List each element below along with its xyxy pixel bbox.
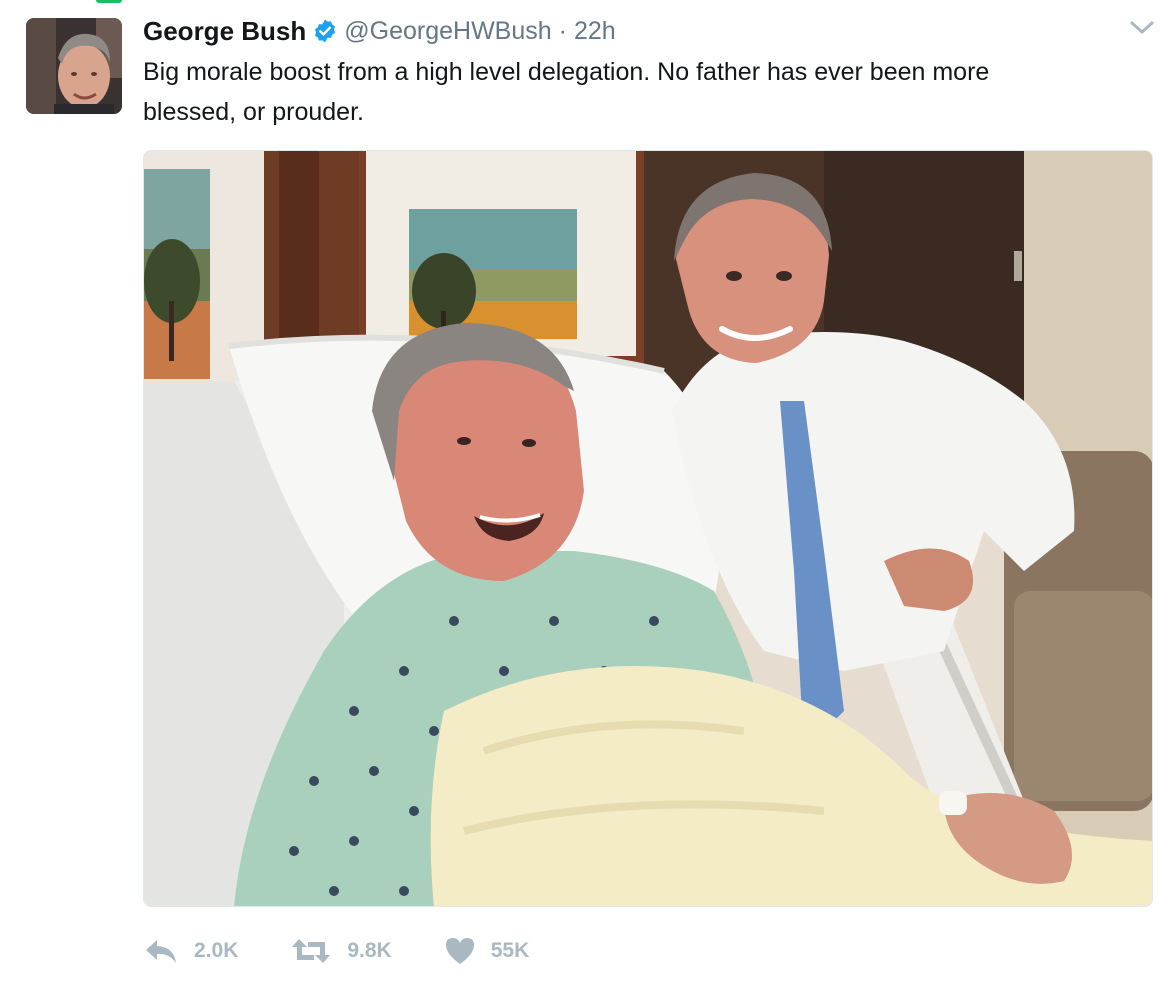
retweet-icon bbox=[290, 936, 332, 966]
like-count: 55K bbox=[490, 939, 530, 962]
tweet-photo[interactable] bbox=[143, 150, 1153, 907]
tweet-timestamp[interactable]: 22h bbox=[574, 17, 616, 46]
user-handle[interactable]: @GeorgeHWBush bbox=[344, 17, 551, 46]
avatar[interactable] bbox=[26, 18, 122, 114]
tweet-text: Big morale boost from a high level deleg… bbox=[143, 52, 1143, 132]
display-name[interactable]: George Bush bbox=[143, 16, 306, 47]
notification-accent-bar bbox=[96, 0, 122, 3]
verified-badge-icon bbox=[312, 18, 338, 44]
hospital-photo-image bbox=[144, 151, 1152, 906]
reply-icon bbox=[143, 936, 179, 966]
retweet-button[interactable]: 9.8K bbox=[290, 936, 392, 966]
tweet-header: George Bush @GeorgeHWBush · 22h bbox=[143, 14, 616, 48]
reply-button[interactable]: 2.0K bbox=[143, 936, 238, 966]
tweet-actions: 2.0K 9.8K 55K bbox=[143, 928, 581, 974]
tweet: George Bush @GeorgeHWBush · 22h Big mora… bbox=[0, 0, 1176, 990]
chevron-down-icon[interactable] bbox=[1128, 18, 1156, 38]
retweet-count: 9.8K bbox=[347, 939, 392, 962]
avatar-photo bbox=[26, 18, 122, 114]
tweet-text-line: Big morale boost from a high level deleg… bbox=[143, 58, 990, 86]
like-button[interactable]: 55K bbox=[444, 936, 530, 966]
header-separator: · bbox=[558, 16, 567, 45]
heart-icon bbox=[444, 936, 476, 966]
reply-count: 2.0K bbox=[194, 939, 239, 962]
tweet-text-line: blessed, or prouder. bbox=[143, 98, 364, 126]
